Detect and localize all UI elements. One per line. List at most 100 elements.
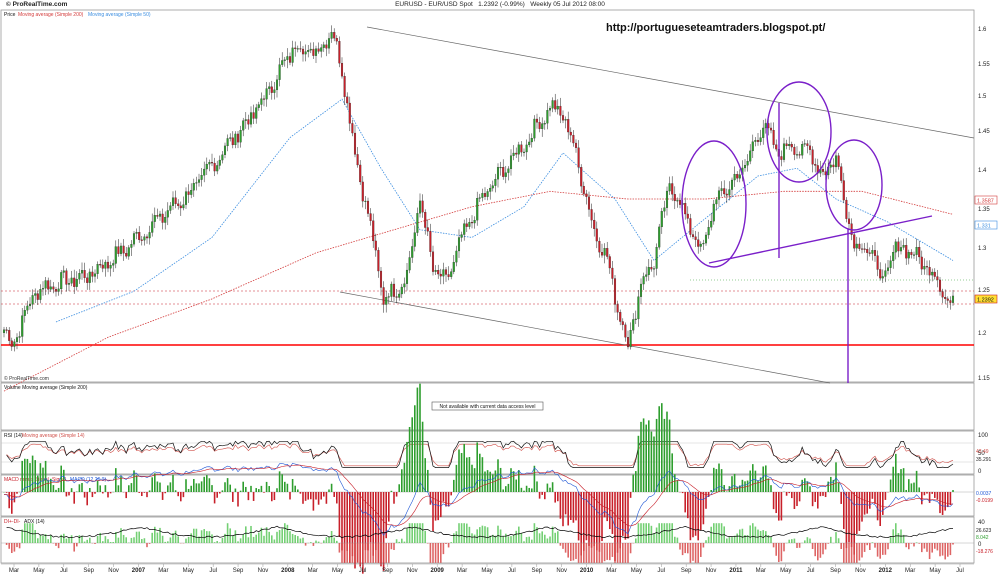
di-bar [411, 523, 413, 543]
blog-url[interactable]: http://portugueseteamtraders.blogspot.pt… [606, 22, 825, 34]
di-bar [622, 543, 624, 563]
macd-histogram-bar [265, 481, 268, 492]
candle-body [481, 193, 484, 198]
candle-body [671, 183, 674, 195]
di-bar [291, 533, 294, 543]
x-axis-label: Nov [108, 568, 119, 574]
x-axis-label: Mar [905, 568, 915, 574]
macd-histogram-bar [512, 471, 515, 492]
di-bar [635, 538, 637, 543]
di-bar [856, 543, 858, 563]
candle-body [546, 110, 549, 124]
candle-body [912, 254, 916, 256]
di-bar [952, 543, 954, 545]
di-bar [68, 537, 70, 543]
di-bar [216, 541, 218, 543]
candle-body [728, 189, 731, 196]
macd-histogram-bar [710, 490, 712, 492]
candle-body [416, 213, 419, 233]
di-bar [234, 530, 237, 543]
di-bar [515, 530, 517, 543]
macd-histogram-bar [791, 492, 793, 499]
candle-body [299, 48, 302, 50]
candle-body [762, 127, 765, 138]
candle-body [769, 127, 773, 131]
macd-histogram-bar [286, 483, 289, 492]
macd-histogram-bar [549, 487, 551, 492]
candle-body [780, 156, 783, 160]
candle-body [920, 256, 923, 270]
candle-body [946, 298, 949, 301]
di-bar [42, 535, 44, 543]
di-bar [343, 543, 346, 563]
candle-body [221, 154, 224, 161]
macd-histogram-bar [411, 417, 413, 492]
candle-body [619, 312, 622, 322]
di-bar [141, 539, 143, 543]
di-bar [824, 543, 827, 550]
macd-histogram-bar [91, 492, 94, 498]
di-bar [705, 540, 707, 543]
macd-histogram-bar [824, 492, 827, 498]
candle-body [145, 236, 149, 239]
price-axis: 1.6 1.55 1.5 1.45 1.4 1.35 1.3 1.25 1.2 … [978, 27, 990, 382]
price-tick: 1.3 [978, 246, 987, 252]
di-bar [770, 537, 772, 543]
candle-body [660, 211, 663, 228]
macd-histogram-bar [546, 483, 549, 492]
di-bar [791, 539, 793, 543]
macd-histogram-bar [52, 485, 55, 492]
adx-value-label: -18.276 [976, 549, 993, 555]
di-bar [718, 523, 720, 543]
macd-histogram-bar [845, 492, 848, 549]
macd-histogram-bar [757, 480, 759, 492]
macd-histogram-bar [484, 471, 486, 492]
candle-body [593, 219, 596, 229]
x-axis-label: May [33, 568, 44, 574]
candle-body [564, 119, 567, 121]
rsi-panel[interactable] [0, 430, 975, 475]
di-bar [455, 531, 458, 543]
di-bar [850, 543, 853, 563]
di-bar [130, 537, 133, 543]
di-bar [258, 532, 260, 543]
di-bar [822, 543, 824, 555]
candle-body [421, 200, 424, 213]
di-bar [806, 537, 809, 543]
candle-body [723, 188, 726, 195]
di-bar [752, 523, 754, 543]
macd-histogram-bar [388, 492, 390, 522]
macd-histogram-bar [302, 492, 304, 504]
candle-body [340, 63, 344, 77]
di-bar [356, 543, 359, 563]
di-bar [538, 533, 541, 543]
di-bar [135, 531, 138, 543]
macd-histogram-bar [271, 492, 273, 502]
candle-body [715, 199, 718, 205]
di-bar [689, 543, 692, 563]
di-bar [549, 536, 551, 543]
di-bar [312, 543, 315, 546]
candle-body [182, 204, 185, 209]
di-bar [546, 538, 549, 543]
price-chart-svg[interactable]: 1.6 1.55 1.5 1.45 1.4 1.35 1.3 1.25 1.2 … [0, 0, 1000, 575]
macd-histogram-bar [312, 492, 315, 511]
macd-histogram-bar [263, 492, 265, 493]
macd-histogram-bar [47, 480, 49, 492]
candle-body [343, 76, 346, 97]
right-shoulder-ellipse [825, 139, 883, 231]
candle-body [902, 245, 905, 248]
candle-body [938, 279, 942, 292]
candle-body [704, 234, 708, 244]
candle-body [455, 250, 458, 263]
macd-histogram-bar [572, 492, 575, 523]
macd-histogram-bar [663, 418, 666, 492]
candle-body [814, 164, 817, 166]
macd-histogram-bar [138, 492, 140, 493]
di-bar [874, 543, 876, 548]
di-bar [559, 543, 562, 546]
macd-histogram-bar [518, 470, 520, 492]
macd-histogram-bar [369, 492, 372, 543]
di-bar [65, 538, 68, 543]
candle-body [798, 154, 801, 156]
